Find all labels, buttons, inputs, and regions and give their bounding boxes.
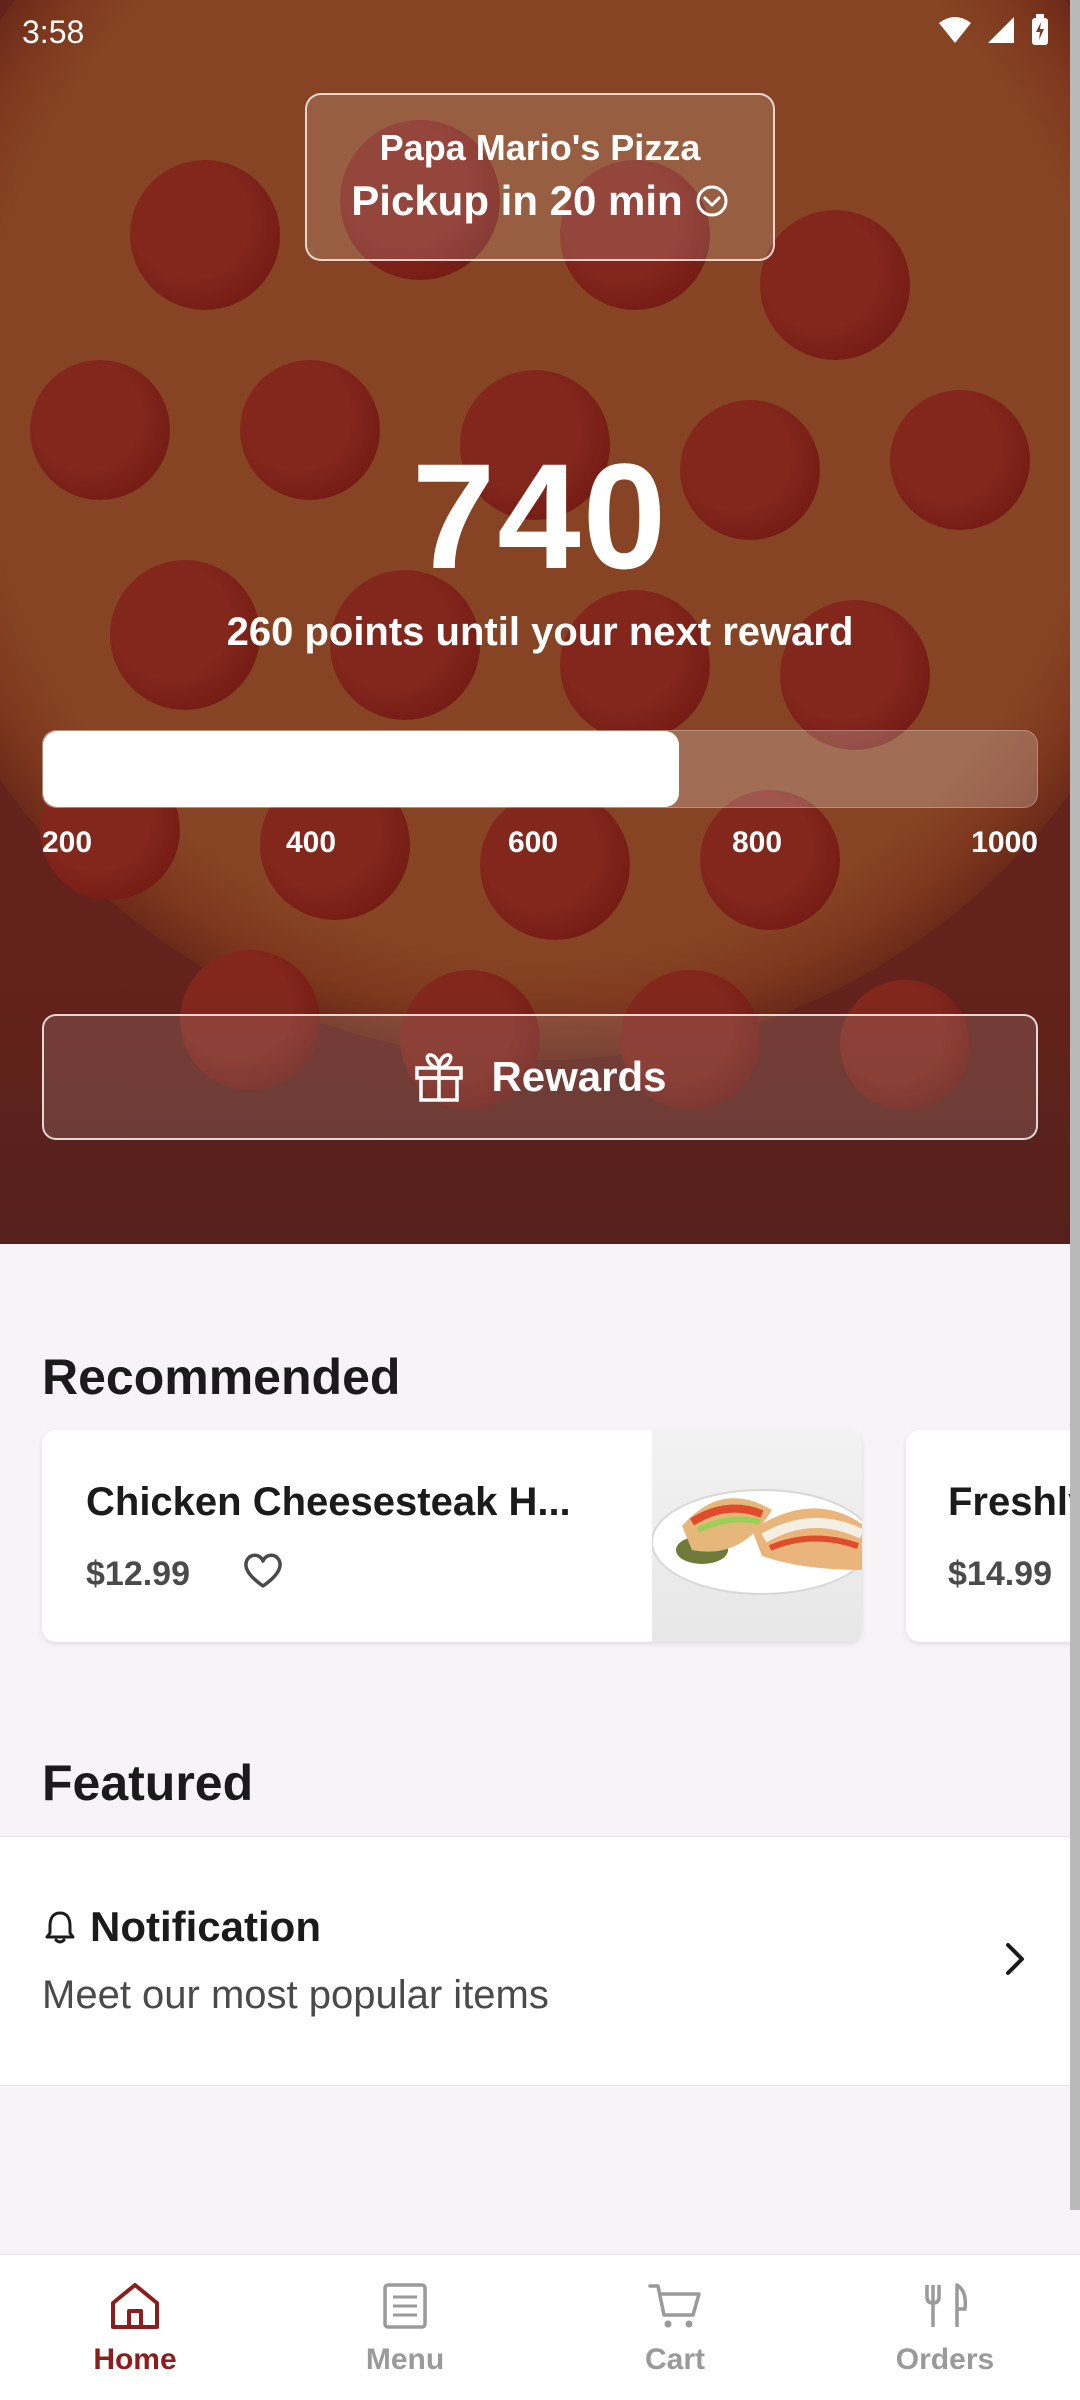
nav-item-cart[interactable]: Cart	[540, 2255, 810, 2400]
item-name: Chicken Cheesesteak H...	[86, 1480, 571, 1524]
nav-item-menu[interactable]: Menu	[270, 2255, 540, 2400]
recommended-item-card[interactable]: Freshly $14.99	[906, 1430, 1080, 1642]
pickup-time: Pickup in 20 min	[307, 177, 773, 225]
orders-icon	[925, 2283, 968, 2327]
points-until-reward: 260 points until your next reward	[226, 610, 854, 654]
item-name: Freshly	[948, 1480, 1080, 1524]
bell-icon	[45, 1911, 75, 1944]
notification-subtitle: Meet our most popular items	[42, 1973, 549, 2017]
rewards-progress-fill	[43, 731, 680, 807]
nav-label-cart: Cart	[644, 2343, 705, 2376]
recommended-heading: Recommended	[42, 1349, 401, 1405]
pickup-label: Pickup in 20 min	[351, 177, 683, 224]
signal-icon	[988, 17, 1014, 43]
item-image	[652, 1430, 862, 1642]
rewards-progress-bar	[42, 730, 1038, 808]
tick-label: 200	[42, 826, 93, 859]
item-price: $14.99	[948, 1555, 1052, 1593]
status-icons	[938, 14, 1050, 46]
scrollbar[interactable]	[1070, 0, 1080, 2210]
tick-label: 800	[732, 826, 783, 859]
status-bar: 3:58	[0, 0, 1080, 64]
gift-icon	[415, 1053, 464, 1102]
store-name: Papa Mario's Pizza	[379, 127, 701, 168]
featured-heading: Featured	[42, 1755, 254, 1811]
progress-ticks: 200 400 600 800 1000	[42, 826, 1038, 866]
nav-label-orders: Orders	[895, 2343, 995, 2376]
wifi-icon	[939, 17, 971, 43]
rewards-button[interactable]: Rewards	[42, 1014, 1038, 1140]
hero-banner: 3:58 Papa Mario's Pizza Pickup in 20 min…	[0, 0, 1080, 1244]
nav-item-home[interactable]: Home	[0, 2255, 270, 2400]
tick-label: 600	[508, 826, 559, 859]
rewards-button-label: Rewards	[491, 1053, 667, 1100]
nav-item-orders[interactable]: Orders	[810, 2255, 1080, 2400]
chevron-right-icon	[1006, 1943, 1024, 1975]
chevron-down-circle-icon	[696, 185, 728, 217]
nav-label-home: Home	[93, 2343, 177, 2376]
menu-icon	[383, 2283, 427, 2329]
bottom-navigation: Home Menu Cart Orders	[0, 2254, 1080, 2400]
home-icon	[111, 2283, 159, 2329]
tick-label: 1000	[971, 826, 1038, 859]
favorite-heart-icon[interactable]	[242, 1552, 284, 1590]
item-price: $12.99	[86, 1555, 190, 1593]
points-balance: 740	[411, 432, 669, 600]
notification-title: Notification	[42, 1903, 321, 1951]
status-time: 3:58	[22, 14, 85, 50]
tick-label: 400	[286, 826, 337, 859]
recommended-item-card[interactable]: Chicken Cheesesteak H... $12.99	[42, 1430, 862, 1642]
notification-row[interactable]: Notification Meet our most popular items	[0, 1836, 1080, 2086]
cart-icon	[648, 2284, 701, 2328]
notification-title-label: Notification	[90, 1903, 321, 1950]
battery-icon	[1032, 14, 1048, 45]
nav-label-menu: Menu	[365, 2343, 445, 2376]
store-selector[interactable]: Papa Mario's Pizza Pickup in 20 min	[305, 93, 775, 261]
